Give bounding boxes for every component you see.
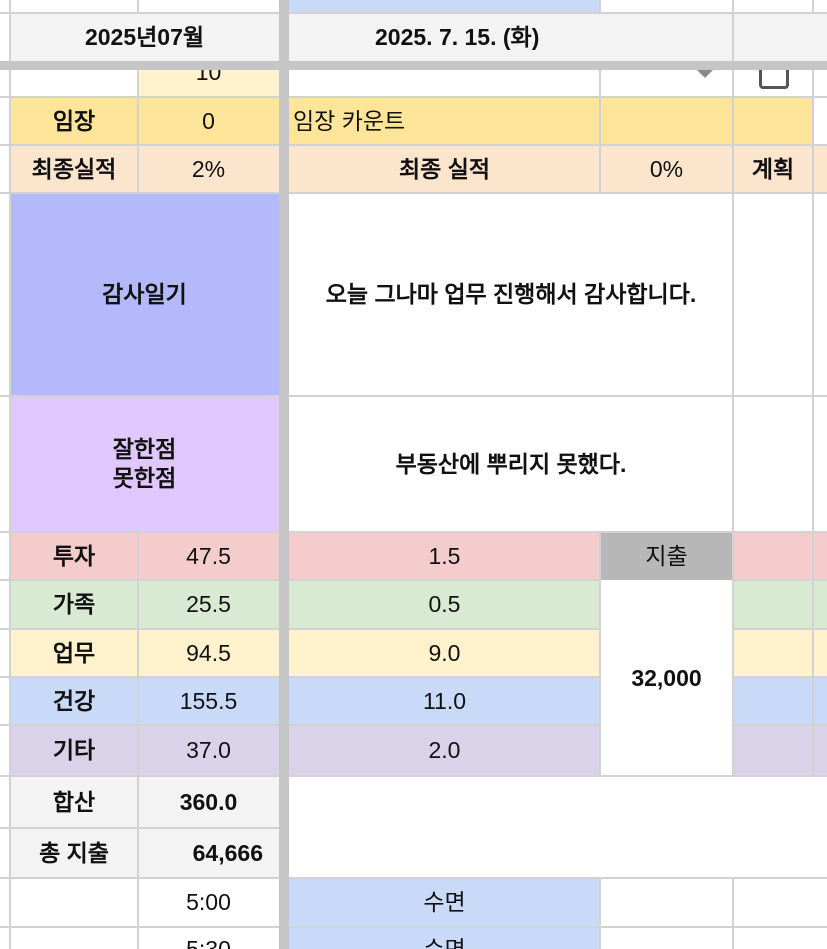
grid-line (599, 0, 601, 13)
date-header[interactable]: 2025. 7. 15. (화) (289, 13, 733, 61)
schedule-time-2-cell[interactable]: 5:30 (138, 927, 279, 949)
category-today-family[interactable]: 0.5 (289, 580, 600, 629)
grid-line (599, 531, 601, 777)
category-today-investment[interactable]: 1.5 (289, 532, 600, 580)
expense-value[interactable]: 32,000 (600, 580, 733, 776)
schedule-blank-1[interactable] (10, 878, 138, 927)
plan-label[interactable]: 계획 (733, 145, 813, 193)
sum-label[interactable]: 합산 (10, 776, 138, 828)
grid-line (0, 395, 827, 397)
review-label[interactable]: 잘한점 못한점 (10, 396, 279, 532)
grid-line (137, 70, 139, 194)
sum-value[interactable]: 360.0 (138, 776, 279, 828)
category-extra-other[interactable] (733, 725, 813, 776)
imjang-extra-1[interactable] (600, 97, 733, 145)
category-label-other[interactable]: 기타 (10, 725, 138, 776)
checkbox-icon[interactable] (759, 70, 789, 89)
final-result-value-2[interactable]: 0% (600, 145, 733, 193)
schedule-activity-2-cell[interactable]: 수면 (289, 927, 600, 949)
grid-line (0, 676, 600, 678)
gratitude-text[interactable]: 오늘 그나마 업무 진행해서 감사합니다. (289, 193, 733, 396)
imjang-value[interactable]: 0 (138, 97, 279, 145)
schedule-blank-2[interactable] (10, 927, 138, 949)
grid-line (0, 724, 600, 726)
total-expense-label[interactable]: 총 지출 (10, 828, 138, 878)
category-label-work[interactable]: 업무 (10, 629, 138, 677)
schedule-activity-2: 수면 (423, 936, 466, 949)
grid-line (812, 0, 814, 13)
grid-line (732, 0, 734, 777)
grid-line (0, 579, 600, 581)
imjang-label[interactable]: 임장 (10, 97, 138, 145)
partial-value-cell[interactable]: 10 (138, 70, 279, 96)
category-total-health[interactable]: 155.5 (138, 677, 279, 725)
review-label-line1: 잘한점 (112, 436, 177, 463)
gratitude-label[interactable]: 감사일기 (10, 193, 279, 396)
grid-line (0, 926, 827, 928)
grid-line (0, 628, 600, 630)
grid-line (732, 877, 734, 949)
category-extra-work[interactable] (733, 629, 813, 677)
category-today-health[interactable]: 11.0 (289, 677, 600, 725)
grid-line (599, 877, 601, 949)
imjang-counter-label[interactable]: 임장 카운트 (289, 97, 600, 145)
category-extra2-health[interactable] (813, 677, 827, 725)
grid-line (0, 144, 827, 146)
final-result-label[interactable]: 최종실적 (10, 145, 138, 193)
final-result-value[interactable]: 2% (138, 145, 279, 193)
schedule-extra-2[interactable] (733, 878, 827, 927)
category-extra-family[interactable] (733, 580, 813, 629)
grid-line (0, 877, 827, 879)
grid-line (0, 827, 279, 829)
dropdown-arrow-icon[interactable] (697, 70, 713, 78)
grid-line (812, 70, 814, 777)
category-extra-investment[interactable] (733, 532, 813, 580)
category-total-work[interactable]: 94.5 (138, 629, 279, 677)
review-extra[interactable] (733, 396, 813, 532)
grid-line (0, 775, 827, 777)
category-extra2-investment[interactable] (813, 532, 827, 580)
category-today-other[interactable]: 2.0 (289, 725, 600, 776)
gratitude-extra[interactable] (733, 193, 813, 396)
grid-line (137, 0, 139, 13)
grid-line (0, 531, 827, 533)
imjang-extra-2[interactable] (733, 97, 813, 145)
category-extra2-other[interactable] (813, 725, 827, 776)
total-expense-value[interactable]: 64,666 (138, 828, 279, 878)
category-label-investment[interactable]: 투자 (10, 532, 138, 580)
category-total-family[interactable]: 25.5 (138, 580, 279, 629)
category-extra-health[interactable] (733, 677, 813, 725)
expense-label[interactable]: 지출 (600, 532, 733, 580)
partial-value: 10 (195, 70, 222, 85)
category-extra2-family[interactable] (813, 580, 827, 629)
final-result-label-2[interactable]: 최종 실적 (289, 145, 600, 193)
review-label-line2: 못한점 (112, 465, 177, 491)
category-label-family[interactable]: 가족 (10, 580, 138, 629)
grid-line (0, 96, 827, 98)
month-header[interactable]: 2025년07월 (10, 13, 279, 61)
category-today-work[interactable]: 9.0 (289, 629, 600, 677)
category-extra2-work[interactable] (813, 629, 827, 677)
summary-blank-area[interactable] (289, 776, 827, 878)
grid-line (599, 70, 601, 194)
schedule-time-2: 5:30 (186, 936, 231, 949)
category-total-investment[interactable]: 47.5 (138, 532, 279, 580)
grid-line (0, 12, 827, 14)
imjang-extra-3[interactable] (813, 97, 827, 145)
frozen-row-divider[interactable] (0, 61, 827, 70)
grid-line (0, 192, 827, 194)
grid-line (9, 0, 11, 949)
grid-line (137, 531, 139, 949)
schedule-activity[interactable]: 수면 (289, 878, 600, 927)
frozen-column-divider[interactable] (279, 0, 289, 949)
category-total-other[interactable]: 37.0 (138, 725, 279, 776)
final-extra[interactable] (813, 145, 827, 193)
category-label-health[interactable]: 건강 (10, 677, 138, 725)
schedule-time[interactable]: 5:00 (138, 878, 279, 927)
schedule-extra-1[interactable] (600, 878, 733, 927)
review-text[interactable]: 부동산에 뿌리지 못했다. (289, 396, 733, 532)
header-extra-cell[interactable] (733, 13, 827, 61)
